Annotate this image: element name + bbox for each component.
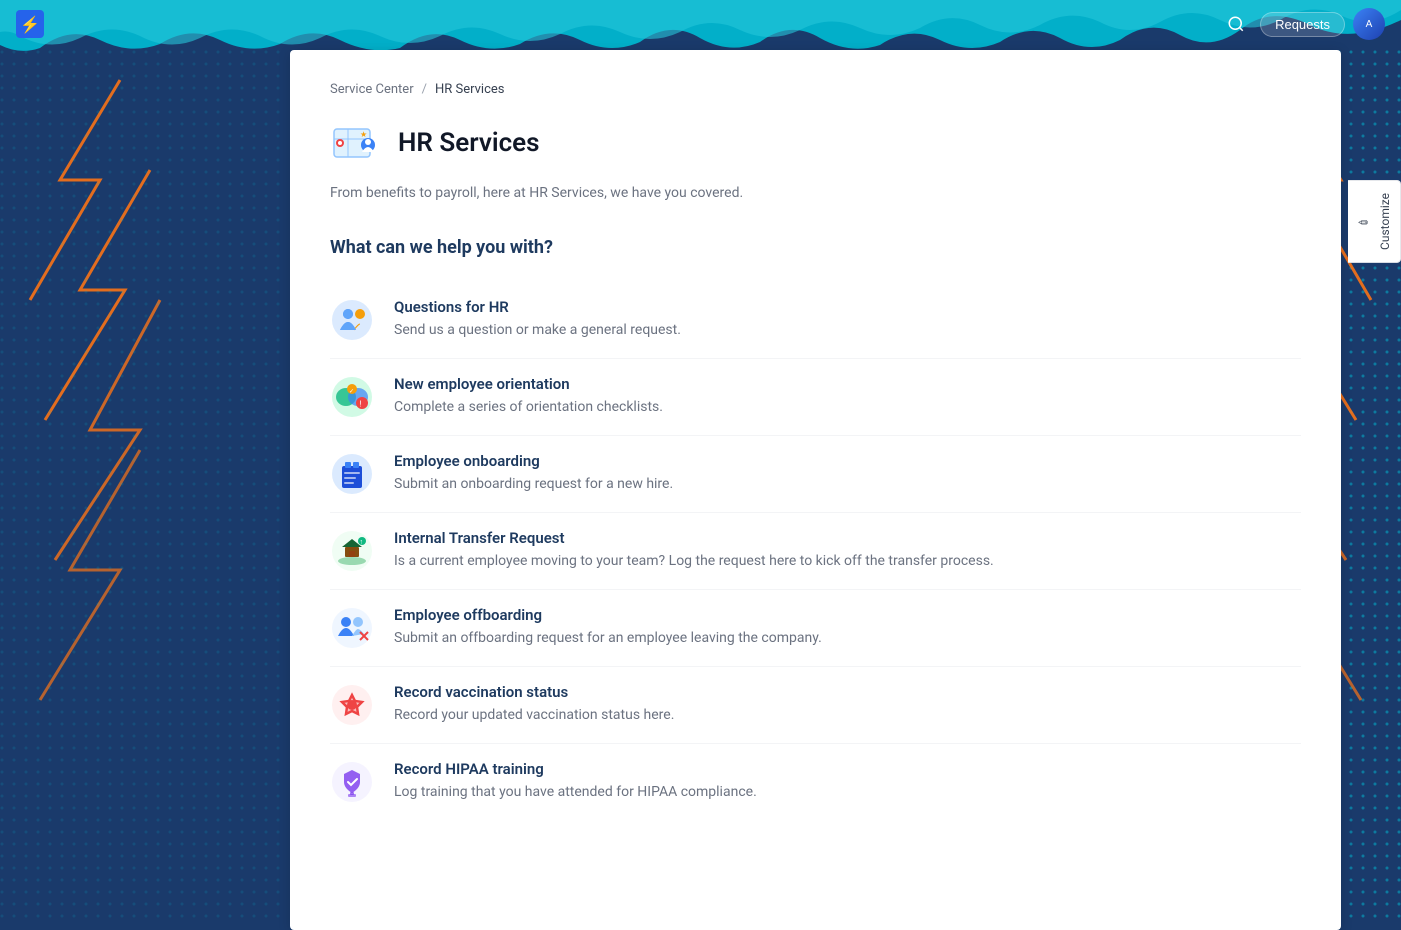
service-description-employee-offboarding: Submit an offboarding request for an emp… xyxy=(394,628,1301,649)
service-description-questions-for-hr: Send us a question or make a general req… xyxy=(394,320,1301,341)
service-icon-record-vaccination-status xyxy=(330,683,374,727)
logo-icon: ⚡ xyxy=(20,15,40,34)
service-title-record-hipaa-training: Record HIPAA training xyxy=(394,760,1301,778)
page-icon: ★ xyxy=(330,117,382,169)
header-actions: Requests A xyxy=(1220,8,1385,40)
service-content-questions-for-hr: Questions for HR Send us a question or m… xyxy=(394,298,1301,341)
svg-text:★: ★ xyxy=(360,130,367,139)
breadcrumb-parent[interactable]: Service Center xyxy=(330,82,414,97)
service-description-employee-onboarding: Submit an onboarding request for a new h… xyxy=(394,474,1301,495)
breadcrumb-separator: / xyxy=(422,82,427,97)
service-title-record-vaccination-status: Record vaccination status xyxy=(394,683,1301,701)
service-title-employee-onboarding: Employee onboarding xyxy=(394,452,1301,470)
service-description-record-hipaa-training: Log training that you have attended for … xyxy=(394,782,1301,803)
service-item-employee-offboarding[interactable]: Employee offboarding Submit an offboardi… xyxy=(330,590,1301,667)
section-heading: What can we help you with? xyxy=(330,237,1301,258)
header: ⚡ Requests A xyxy=(0,0,1401,48)
service-icon-questions-for-hr xyxy=(330,298,374,342)
service-content-internal-transfer-request: Internal Transfer Request Is a current e… xyxy=(394,529,1301,572)
breadcrumb: Service Center / HR Services xyxy=(330,82,1301,97)
svg-text:✓: ✓ xyxy=(349,388,354,395)
service-content-record-hipaa-training: Record HIPAA training Log training that … xyxy=(394,760,1301,803)
service-content-record-vaccination-status: Record vaccination status Record your up… xyxy=(394,683,1301,726)
service-title-internal-transfer-request: Internal Transfer Request xyxy=(394,529,1301,547)
customize-tab[interactable]: ✏ Customize xyxy=(1348,180,1401,263)
service-item-internal-transfer-request[interactable]: ↑ Internal Transfer Request Is a current… xyxy=(330,513,1301,590)
page-title: HR Services xyxy=(398,128,540,158)
service-content-employee-offboarding: Employee offboarding Submit an offboardi… xyxy=(394,606,1301,649)
page-description: From benefits to payroll, here at HR Ser… xyxy=(330,185,1301,201)
hr-services-icon: ★ xyxy=(330,117,382,169)
service-description-record-vaccination-status: Record your updated vaccination status h… xyxy=(394,705,1301,726)
service-title-employee-offboarding: Employee offboarding xyxy=(394,606,1301,624)
content-card: Service Center / HR Services xyxy=(290,50,1341,930)
svg-text:!: ! xyxy=(360,400,362,409)
service-icon-employee-onboarding xyxy=(330,452,374,496)
logo[interactable]: ⚡ xyxy=(16,10,44,38)
service-content-employee-onboarding: Employee onboarding Submit an onboarding… xyxy=(394,452,1301,495)
requests-button[interactable]: Requests xyxy=(1260,12,1345,37)
service-content-new-employee-orientation: New employee orientation Complete a seri… xyxy=(394,375,1301,418)
page-header: ★ HR Services xyxy=(330,117,1301,169)
service-item-new-employee-orientation[interactable]: ✓ ! New employee orientation Complete a … xyxy=(330,359,1301,436)
service-icon-record-hipaa-training xyxy=(330,760,374,804)
customize-label: Customize xyxy=(1378,193,1392,250)
service-icon-employee-offboarding xyxy=(330,606,374,650)
atlas-button[interactable]: A xyxy=(1353,8,1385,40)
service-title-questions-for-hr: Questions for HR xyxy=(394,298,1301,316)
service-item-questions-for-hr[interactable]: Questions for HR Send us a question or m… xyxy=(330,282,1301,359)
service-item-record-hipaa-training[interactable]: Record HIPAA training Log training that … xyxy=(330,744,1301,820)
service-icon-new-employee-orientation: ✓ ! xyxy=(330,375,374,419)
services-list: Questions for HR Send us a question or m… xyxy=(330,282,1301,820)
service-icon-internal-transfer-request: ↑ xyxy=(330,529,374,573)
service-item-record-vaccination-status[interactable]: Record vaccination status Record your up… xyxy=(330,667,1301,744)
left-lightning xyxy=(0,50,280,920)
service-description-new-employee-orientation: Complete a series of orientation checkli… xyxy=(394,397,1301,418)
svg-text:↑: ↑ xyxy=(360,538,364,546)
main-container: Service Center / HR Services xyxy=(290,50,1341,930)
service-item-employee-onboarding[interactable]: Employee onboarding Submit an onboarding… xyxy=(330,436,1301,513)
customize-icon: ✏ xyxy=(1356,214,1370,228)
search-icon xyxy=(1227,15,1245,33)
service-description-internal-transfer-request: Is a current employee moving to your tea… xyxy=(394,551,1301,572)
service-title-new-employee-orientation: New employee orientation xyxy=(394,375,1301,393)
search-button[interactable] xyxy=(1220,8,1252,40)
breadcrumb-current: HR Services xyxy=(435,82,505,97)
